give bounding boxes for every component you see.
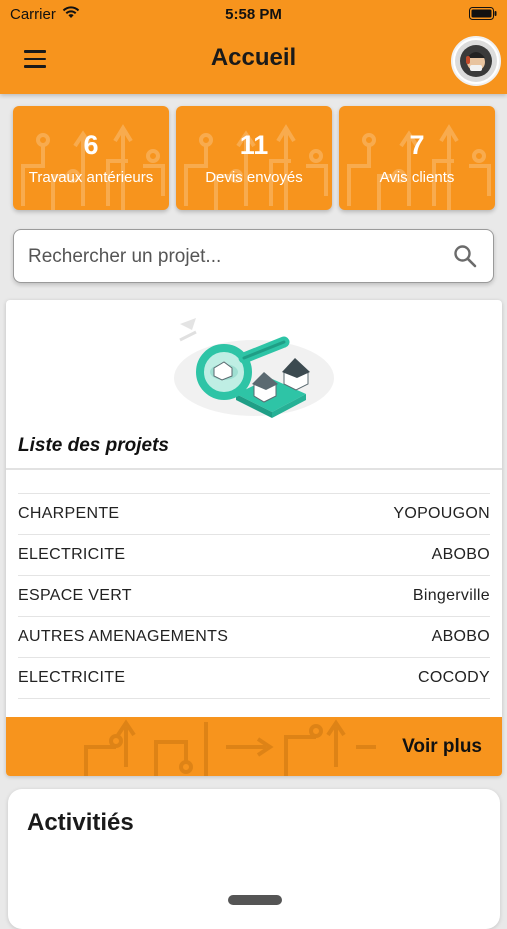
stat-card-previous-works[interactable]: 6 Travaux antérieurs xyxy=(13,106,169,210)
stats-row: 6 Travaux antérieurs 11 Devis envoyés 7 … xyxy=(13,106,495,210)
stat-card-client-reviews[interactable]: 7 Avis clients xyxy=(339,106,495,210)
project-location: Bingerville xyxy=(412,587,490,604)
app-header: Carrier 5:58 PM Accueil xyxy=(0,0,507,94)
activities-card: Activitiés xyxy=(8,789,500,929)
search-icon[interactable] xyxy=(453,244,477,268)
stat-label: Devis envoyés xyxy=(205,169,303,186)
project-category: ELECTRICITE xyxy=(18,546,126,563)
circuit-pattern-decoration xyxy=(84,719,376,776)
project-row[interactable]: AUTRES AMENAGEMENTS ABOBO xyxy=(18,616,490,657)
status-time: 5:58 PM xyxy=(225,6,282,23)
page-title: Accueil xyxy=(210,44,297,71)
nav-bar: Accueil xyxy=(0,28,507,94)
projects-card: Liste des projets CHARPENTE YOPOUGON ELE… xyxy=(6,300,502,776)
activities-title: Activitiés xyxy=(27,809,134,836)
stat-value: 6 xyxy=(83,130,99,160)
projects-list-title: Liste des projets xyxy=(18,435,169,456)
project-location: YOPOUGON xyxy=(393,505,490,522)
project-row[interactable]: ELECTRICITE COCODY xyxy=(18,657,490,699)
project-row[interactable]: ESPACE VERT Bingerville xyxy=(18,575,490,616)
project-row[interactable]: CHARPENTE YOPOUGON xyxy=(18,493,490,534)
project-row[interactable]: ELECTRICITE ABOBO xyxy=(18,534,490,575)
stat-label: Avis clients xyxy=(379,169,455,186)
search-input[interactable] xyxy=(26,230,450,284)
project-category: ESPACE VERT xyxy=(18,587,132,604)
project-location: COCODY xyxy=(417,669,490,686)
scroll-handle xyxy=(228,895,282,905)
stat-label: Travaux antérieurs xyxy=(28,169,154,186)
project-category: ELECTRICITE xyxy=(18,669,126,686)
magnifier-house-illustration xyxy=(174,318,334,418)
avatar[interactable] xyxy=(451,36,501,86)
divider xyxy=(6,468,502,470)
project-location: ABOBO xyxy=(431,628,490,645)
stat-value: 7 xyxy=(409,130,425,160)
project-location: ABOBO xyxy=(431,546,490,563)
project-category: AUTRES AMENAGEMENTS xyxy=(18,628,229,645)
stat-value: 11 xyxy=(239,130,269,160)
search-box xyxy=(13,229,494,284)
status-bar: Carrier 5:58 PM xyxy=(0,0,507,28)
project-category: CHARPENTE xyxy=(18,505,120,522)
projects-list: CHARPENTE YOPOUGON ELECTRICITE ABOBO ESP… xyxy=(18,493,490,699)
see-more-button[interactable]: Voir plus xyxy=(6,717,502,776)
see-more-label: Voir plus xyxy=(402,736,482,757)
battery-icon xyxy=(469,7,497,20)
stat-card-quotes-sent[interactable]: 11 Devis envoyés xyxy=(176,106,332,210)
